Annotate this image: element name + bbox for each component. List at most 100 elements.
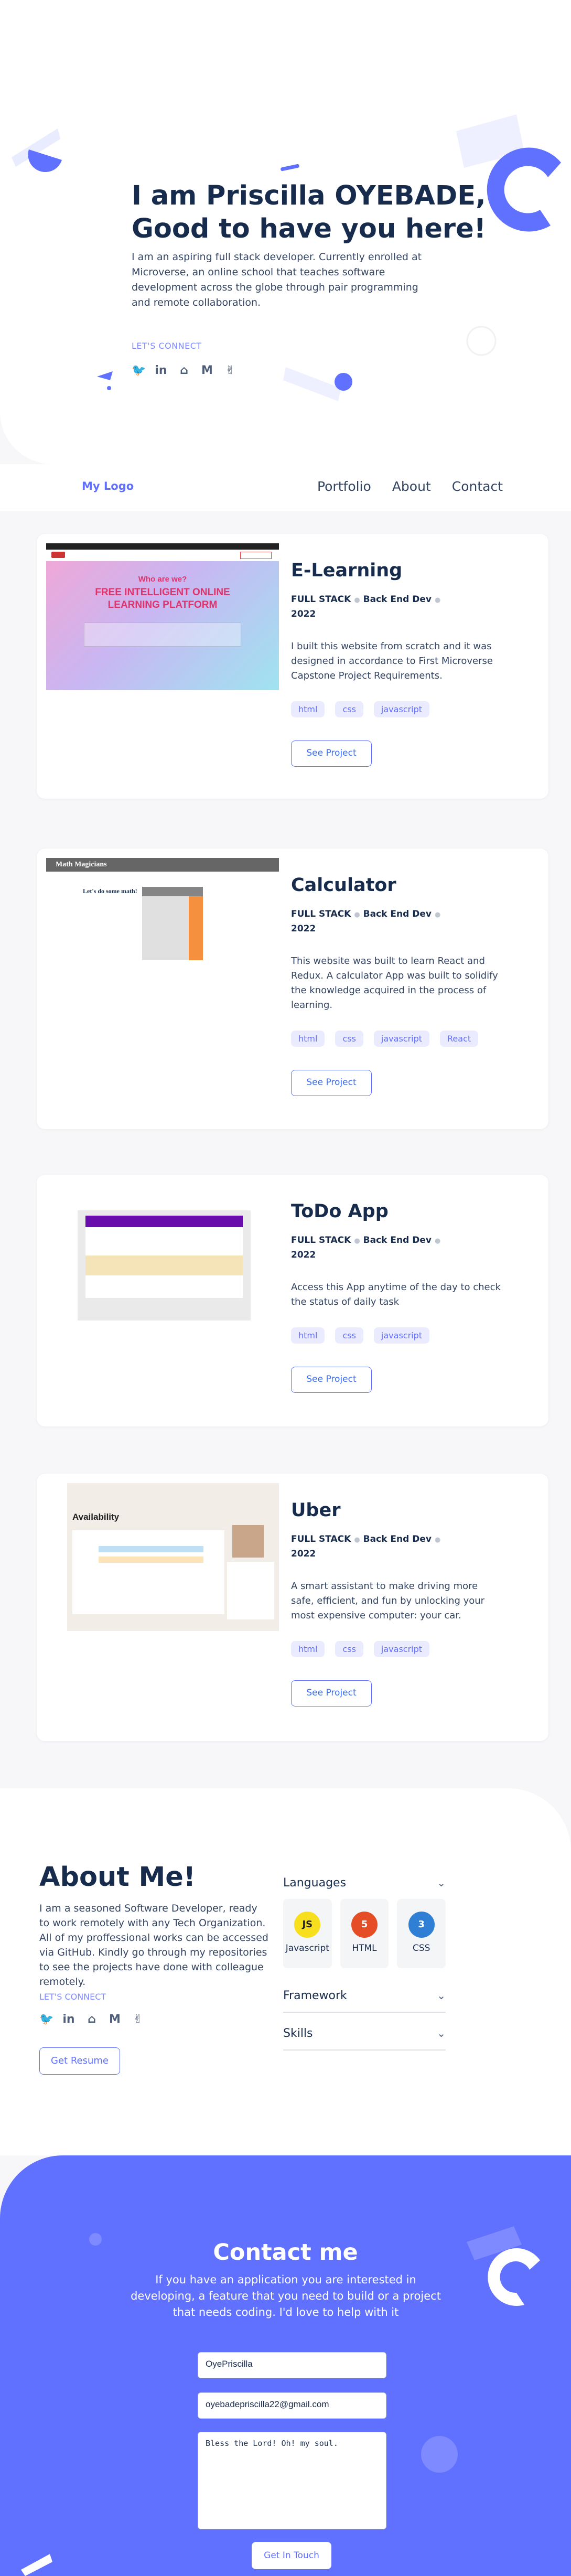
meta-dot-icon: ●	[354, 596, 360, 604]
hero-connect-label: LET'S CONNECT	[132, 341, 202, 351]
about-text: I am a seasoned Software Developer, read…	[39, 1903, 268, 1988]
hero-shape-dash	[281, 164, 299, 171]
project-year: 2022	[291, 1250, 316, 1260]
hero-section: I am Priscilla OYEBADE, Good to have you…	[0, 0, 571, 464]
hero-shape-small-dot	[107, 386, 111, 390]
hero-shape-dot	[335, 373, 352, 391]
message-textarea[interactable]: Bless the Lord! Oh! my soul.	[198, 2432, 386, 2529]
hero-shape-bar-2	[283, 367, 341, 401]
angellist-icon[interactable]: ✌	[132, 2013, 144, 2026]
nav-link-portfolio[interactable]: Portfolio	[317, 479, 371, 494]
linkedin-icon[interactable]: in	[155, 364, 167, 377]
language-item: 5 HTML	[340, 1899, 389, 1968]
chevron-down-icon[interactable]: ⌄	[437, 2027, 446, 2040]
see-project-button[interactable]: See Project	[291, 1070, 372, 1096]
project-screenshot: Availability	[46, 1483, 279, 1631]
tag-html: html	[291, 1031, 325, 1047]
get-in-touch-button[interactable]: Get In Touch	[252, 2542, 331, 2569]
accordion-header[interactable]: Skills ⌄	[283, 2027, 446, 2040]
project-meta: FULL STACK ● Back End Dev ● 2022	[291, 907, 537, 936]
nav-link-contact[interactable]: Contact	[452, 479, 503, 494]
language-item: 3 CSS	[397, 1899, 446, 1968]
see-project-button[interactable]: See Project	[291, 1367, 372, 1393]
about-section: About Me! I am a seasoned Software Devel…	[0, 1788, 571, 2155]
angellist-icon[interactable]: ✌	[224, 364, 236, 377]
project-stack: FULL STACK	[291, 909, 351, 919]
tag-css: css	[335, 1327, 363, 1344]
html5-icon: 5	[351, 1912, 378, 1938]
twitter-icon[interactable]: 🐦	[132, 364, 146, 377]
accordion-header[interactable]: Languages ⌄	[283, 1876, 446, 1890]
project-screenshot: Math Magicians Let's do some math!	[46, 858, 279, 1015]
screenshot-todo-highlight	[85, 1255, 243, 1275]
project-screenshot	[46, 1184, 279, 1341]
meta-dot-icon: ●	[354, 1237, 360, 1245]
tag-css: css	[335, 701, 363, 717]
project-screenshot: Who are we? FREE INTELLIGENT ONLINE LEAR…	[46, 543, 279, 690]
language-name: HTML	[352, 1943, 377, 1954]
project-info: Uber FULL STACK ● Back End Dev ● 2022 A smar…	[291, 1499, 537, 1706]
tag-html: html	[291, 1641, 325, 1657]
contact-subtitle: If you have an application you are inter…	[131, 2273, 441, 2319]
language-list: JS Javascript 5 HTML 3 CSS	[283, 1899, 446, 1968]
name-input[interactable]: OyePriscilla	[198, 2352, 386, 2378]
project-role: Back End Dev	[363, 909, 432, 919]
twitter-icon[interactable]: 🐦	[39, 2013, 53, 2026]
chevron-down-icon[interactable]: ⌄	[437, 1876, 446, 1890]
accordion-label: Framework	[283, 1989, 347, 2002]
tag-javascript: javascript	[373, 1327, 430, 1344]
project-card: Who are we? FREE INTELLIGENT ONLINE LEAR…	[37, 534, 548, 799]
see-project-button[interactable]: See Project	[291, 740, 372, 767]
screenshot-button	[240, 552, 272, 559]
css3-icon: 3	[408, 1912, 435, 1938]
screenshot-brand: Math Magicians	[46, 858, 279, 872]
medium-icon[interactable]: M	[109, 2013, 121, 2026]
get-resume-button[interactable]: Get Resume	[39, 2047, 120, 2075]
project-stack: FULL STACK	[291, 594, 351, 605]
accordion-languages[interactable]: Languages ⌄ JS Javascript 5 HTML 3 CSS	[283, 1876, 446, 1968]
project-title: ToDo App	[291, 1201, 389, 1222]
accordion-framework[interactable]: Framework ⌄	[283, 1989, 446, 2013]
nav-link-about[interactable]: About	[392, 479, 431, 494]
meta-dot-icon: ●	[434, 596, 441, 604]
see-project-button[interactable]: See Project	[291, 1680, 372, 1706]
github-icon[interactable]: ⌂	[85, 2013, 98, 2026]
about-social-links: 🐦 in ⌂ M ✌	[39, 2013, 144, 2026]
chevron-down-icon[interactable]: ⌄	[437, 1989, 446, 2002]
project-card: Availability Uber FULL STACK ● Back End De…	[37, 1474, 548, 1741]
accordion-skills[interactable]: Skills ⌄	[283, 2027, 446, 2051]
email-input[interactable]: oyebadepriscilla22@gmail.com	[198, 2392, 386, 2419]
hero-social-links: 🐦 in ⌂ M ✌	[132, 364, 236, 377]
tag-html: html	[291, 701, 325, 717]
contact-shape-dash	[21, 2554, 52, 2576]
project-title: Uber	[291, 1500, 341, 1521]
project-info: E-Learning FULL STACK ● Back End Dev ● 2022 …	[291, 559, 537, 767]
project-title: Calculator	[291, 875, 396, 896]
hero-intro: I am an aspiring full stack developer. C…	[132, 251, 422, 308]
hero-shape-half-circle	[28, 149, 62, 173]
tag-css: css	[335, 1031, 363, 1047]
github-icon[interactable]: ⌂	[178, 364, 190, 377]
project-card: Math Magicians Let's do some math! Calcu…	[37, 849, 548, 1129]
hero-title: I am Priscilla OYEBADE, Good to have you…	[132, 180, 486, 244]
medium-icon[interactable]: M	[201, 364, 213, 377]
screenshot-side-panel	[227, 1562, 274, 1619]
project-description: A smart assistant to make driving more s…	[291, 1581, 485, 1621]
project-stack: FULL STACK	[291, 1235, 351, 1246]
project-tags: html css javascript	[291, 1641, 537, 1657]
project-description: Access this App anytime of the day to ch…	[291, 1282, 501, 1307]
accordion-header[interactable]: Framework ⌄	[283, 1989, 446, 2002]
javascript-icon: JS	[294, 1912, 321, 1938]
site-logo[interactable]: My Logo	[82, 480, 134, 492]
project-meta: FULL STACK ● Back End Dev ● 2022	[291, 1233, 537, 1262]
linkedin-icon[interactable]: in	[62, 2013, 75, 2026]
meta-dot-icon: ●	[354, 1536, 360, 1544]
project-meta: FULL STACK ● Back End Dev ● 2022	[291, 1532, 537, 1561]
screenshot-headline-3: LEARNING PLATFORM	[107, 599, 218, 610]
screenshot-row-blue	[99, 1546, 203, 1552]
meta-dot-icon: ●	[434, 911, 441, 919]
meta-dot-icon: ●	[434, 1237, 441, 1245]
contact-section: Contact me If you have an application yo…	[0, 2155, 571, 2576]
screenshot-row-orange	[99, 1557, 203, 1563]
about-connect-label: LET'S CONNECT	[39, 1992, 106, 2002]
